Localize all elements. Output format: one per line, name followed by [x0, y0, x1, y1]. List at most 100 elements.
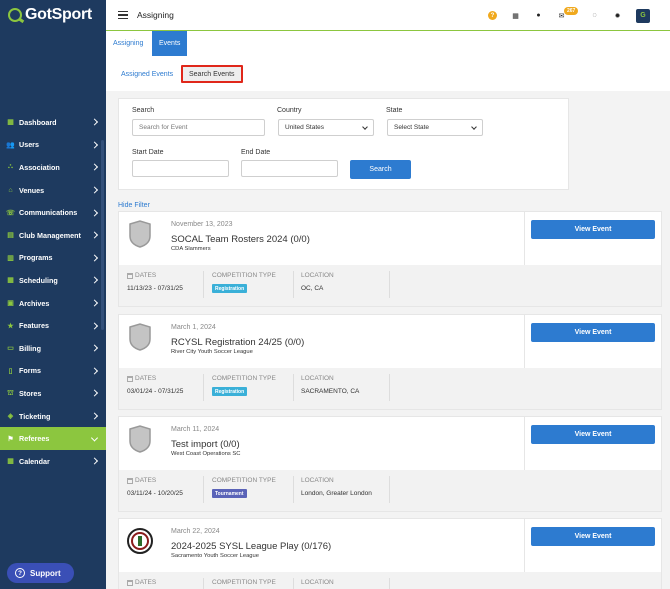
sidebar-item-label: Forms [19, 366, 41, 376]
location-column: LOCATION [301, 579, 334, 589]
programs-icon: ▥ [7, 254, 14, 262]
chevron-icon [90, 254, 99, 262]
chevron-icon [90, 231, 99, 239]
country-label: Country [277, 107, 302, 114]
sidebar-scrollbar[interactable] [101, 140, 104, 330]
event-date: November 13, 2023 [171, 221, 233, 228]
user-icon[interactable]: ● [534, 11, 543, 20]
divider [293, 476, 294, 503]
support-button[interactable]: ? Support [7, 563, 74, 583]
filter-panel: Search Search for Event Country United S… [118, 98, 569, 190]
view-event-button[interactable]: View Event [531, 220, 655, 239]
calendar-icon [127, 579, 133, 586]
sidebar-item-label: Calendar [19, 456, 50, 466]
sidebar-item-communications[interactable]: ☏ Communications [0, 201, 106, 224]
chevron-icon [90, 344, 99, 352]
sidebar-item-label: Association [19, 162, 60, 172]
sidebar-item-calendar[interactable]: ▦ Calendar [0, 450, 106, 473]
gotsport-logo[interactable]: GotSport [0, 0, 106, 30]
event-card: November 13, 2023 SOCAL Team Rosters 2024… [118, 211, 662, 307]
qr-code-icon[interactable]: ▦ [511, 11, 520, 20]
referees-icon: ⚑ [7, 435, 14, 443]
event-location: OC, CA [301, 285, 324, 292]
sidebar-item-forms[interactable]: ▯ Forms [0, 360, 106, 383]
divider [203, 271, 204, 298]
sidebar-item-stores[interactable]: ⛫ Stores [0, 382, 106, 405]
tab-assigned-events[interactable]: Assigned Events [115, 65, 179, 83]
sidebar-item-association[interactable]: ⛬ Association [0, 156, 106, 179]
sidebar-item-label: Club Management [19, 230, 81, 240]
competition-type-badge: Registration [212, 284, 248, 293]
state-label: State [386, 107, 403, 114]
divider [524, 417, 525, 470]
state-select[interactable]: Select State [387, 119, 483, 136]
sidebar-item-referees[interactable]: ⚑ Referees [0, 427, 106, 450]
event-organization: West Coast Operations SC [171, 451, 241, 457]
view-event-button[interactable]: View Event [531, 323, 655, 342]
event-dates: 03/01/24 - 07/31/25 [127, 388, 184, 395]
location-label: LOCATION [301, 579, 334, 586]
top-bar-icons: ? ▦ ● ✉ 267 ◌ ✹ G [488, 0, 650, 31]
country-value: United States [285, 124, 325, 131]
chat-icon[interactable]: ◌ [590, 11, 599, 20]
divider [389, 476, 390, 503]
dates-label: DATES [135, 375, 157, 382]
event-title[interactable]: Test import (0/0) [171, 439, 240, 450]
mail-icon[interactable]: ✉ 267 [557, 7, 579, 20]
support-label: Support [30, 568, 61, 578]
chevron-icon [90, 367, 99, 375]
view-event-button[interactable]: View Event [531, 425, 655, 444]
hamburger-menu-icon[interactable] [118, 11, 128, 19]
help-circle-icon: ? [15, 568, 25, 578]
start-date-input[interactable] [132, 160, 229, 177]
event-title[interactable]: SOCAL Team Rosters 2024 (0/0) [171, 234, 310, 245]
sidebar-item-billing[interactable]: ▭ Billing [0, 337, 106, 360]
gear-icon[interactable]: ✹ [613, 11, 622, 20]
country-select[interactable]: United States [278, 119, 374, 136]
sidebar-item-scheduling[interactable]: ▦ Scheduling [0, 269, 106, 292]
end-date-label: End Date [241, 149, 271, 156]
sidebar-item-label: Dashboard [19, 117, 57, 127]
event-meta: DATES COMPETITION TYPE LOCATION [119, 572, 661, 589]
sidebar-item-venues[interactable]: ⌂ Venues [0, 179, 106, 202]
competition-type-column: COMPETITION TYPE Registration [212, 375, 276, 402]
association-icon: ⛬ [8, 163, 13, 171]
dates-label: DATES [135, 579, 157, 586]
tab-assigning[interactable]: Assigning [106, 31, 150, 56]
end-date-input[interactable] [241, 160, 338, 177]
logo-text: GotSport [25, 6, 92, 23]
divider [524, 212, 525, 265]
avatar[interactable]: G [636, 8, 650, 23]
sidebar-item-archives[interactable]: ▣ Archives [0, 292, 106, 315]
sidebar-item-ticketing[interactable]: ◈ Ticketing [0, 405, 106, 428]
event-title[interactable]: 2024-2025 SYSL League Play (0/176) [171, 541, 331, 552]
sidebar-item-club-management[interactable]: ▤ Club Management [0, 224, 106, 247]
top-bar: Assigning ? ▦ ● ✉ 267 ◌ ✹ G [106, 0, 670, 31]
chevron-icon [90, 322, 99, 330]
forms-icon: ▯ [8, 367, 13, 375]
event-dates: 11/13/23 - 07/31/25 [127, 285, 183, 292]
sidebar-item-users[interactable]: 👥 Users [0, 134, 106, 157]
dates-column: DATES 03/01/24 - 07/31/25 [127, 375, 183, 402]
sidebar-item-label: Communications [19, 208, 78, 218]
billing-icon: ▭ [7, 345, 14, 353]
tab-events[interactable]: Events [152, 31, 188, 56]
search-input[interactable]: Search for Event [132, 119, 265, 136]
chevron-icon [90, 299, 99, 307]
help-icon[interactable]: ? [488, 11, 497, 20]
sidebar-item-programs[interactable]: ▥ Programs [0, 247, 106, 270]
view-event-button[interactable]: View Event [531, 527, 655, 546]
sub-tabs: Assigned Events Search Events [106, 56, 670, 91]
sidebar-item-dashboard[interactable]: ▦ Dashboard [0, 111, 106, 134]
tab-search-events[interactable]: Search Events [181, 65, 243, 83]
divider [389, 374, 390, 401]
calendar-icon [127, 477, 133, 484]
search-button[interactable]: Search [350, 160, 411, 179]
archives-icon: ▣ [7, 300, 14, 308]
hide-filter-link[interactable]: Hide Filter [118, 202, 150, 209]
divider [203, 374, 204, 401]
sidebar-item-features[interactable]: ★ Features [0, 314, 106, 337]
event-title[interactable]: RCYSL Registration 24/25 (0/0) [171, 337, 304, 348]
gotsport-logo-icon [8, 8, 22, 22]
location-column: LOCATION SACRAMENTO, CA [301, 375, 359, 402]
